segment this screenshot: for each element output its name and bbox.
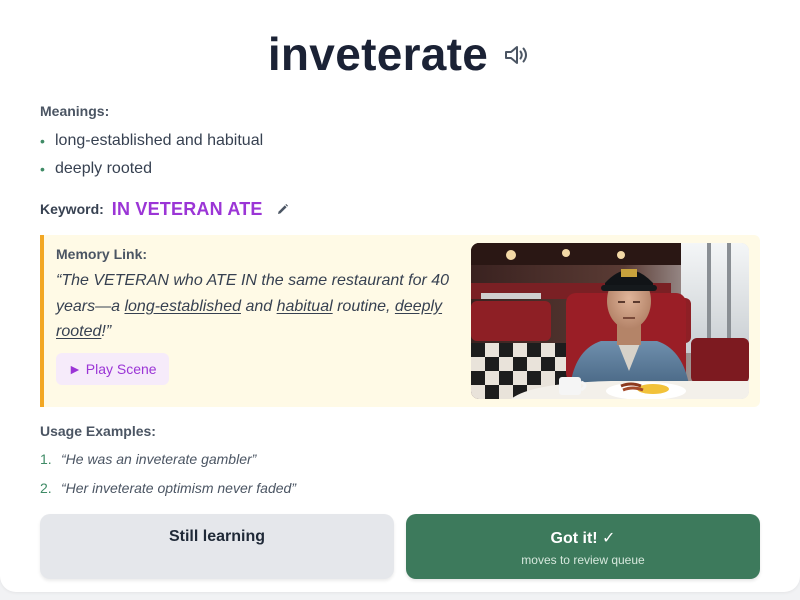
- example-number: 1.: [40, 451, 52, 467]
- term-long-established: long-established: [124, 297, 241, 315]
- meaning-item: • deeply rooted: [40, 158, 263, 186]
- example-text: “Her inveterate optimism never faded”: [61, 480, 296, 496]
- usage-examples-list: 1. “He was an inveterate gambler” 2. “He…: [40, 450, 296, 508]
- quote-text: and: [241, 297, 277, 315]
- memory-link-panel: Memory Link: “The VETERAN who ATE IN the…: [40, 235, 760, 407]
- play-scene-label: ► Play Scene: [68, 361, 157, 377]
- meanings-list: • long-established and habitual • deeply…: [40, 130, 263, 186]
- bullet-icon: •: [40, 161, 45, 177]
- word-header: inveterate: [0, 26, 800, 82]
- play-scene-button[interactable]: ► Play Scene: [56, 353, 169, 385]
- quote-text: !”: [101, 323, 112, 340]
- speaker-icon[interactable]: [502, 40, 532, 70]
- got-it-label: Got it! ✓: [550, 530, 616, 547]
- meaning-item: • long-established and habitual: [40, 130, 263, 158]
- flashcard: inveterate Meanings: • long-established …: [0, 0, 800, 592]
- bullet-icon: •: [40, 133, 45, 149]
- got-it-button[interactable]: Got it! ✓ moves to review queue: [406, 514, 760, 579]
- memory-quote: “The VETERAN who ATE IN the same restaur…: [56, 268, 461, 345]
- meanings-label: Meanings:: [40, 103, 110, 119]
- vocab-word: inveterate: [267, 28, 489, 80]
- pencil-icon[interactable]: [275, 201, 291, 217]
- example-item: 1. “He was an inveterate gambler”: [40, 450, 296, 479]
- quote-text: routine,: [332, 297, 395, 315]
- example-number: 2.: [40, 480, 52, 496]
- example-text: “He was an inveterate gambler”: [61, 451, 257, 467]
- meaning-text: deeply rooted: [55, 160, 152, 177]
- keyword-label: Keyword:: [40, 201, 104, 217]
- still-learning-button[interactable]: Still learning: [40, 514, 394, 579]
- keyword-row: Keyword: IN VETERAN ATE: [40, 196, 291, 222]
- usage-label: Usage Examples:: [40, 423, 156, 439]
- still-learning-label: Still learning: [168, 528, 265, 545]
- got-it-sublabel: moves to review queue: [521, 553, 645, 567]
- meaning-text: long-established and habitual: [55, 132, 264, 149]
- memory-label: Memory Link:: [56, 246, 148, 262]
- memory-scene-image: [471, 243, 749, 399]
- term-habitual: habitual: [276, 297, 333, 315]
- example-item: 2. “Her inveterate optimism never faded”: [40, 479, 296, 508]
- keyword-value: IN VETERAN ATE: [111, 198, 263, 219]
